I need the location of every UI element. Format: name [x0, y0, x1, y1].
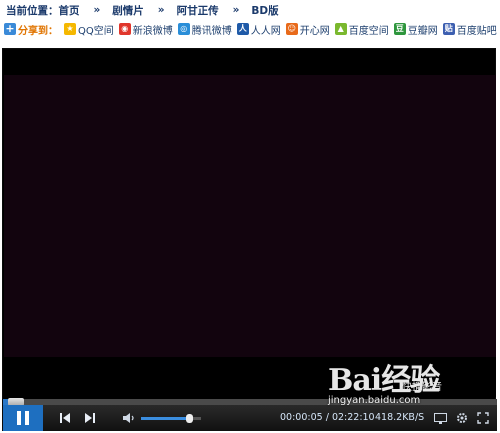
breadcrumb-separator: »	[93, 4, 101, 16]
breadcrumb-prefix: 当前位置：	[6, 4, 59, 17]
control-bar: 00:00:05 / 02:22:10 418.2KB/S	[3, 405, 497, 431]
settings-button[interactable]	[454, 410, 470, 426]
tencent-weibo-icon: ◎	[177, 23, 190, 35]
kaixin-icon: ☺	[285, 23, 298, 35]
qzone-icon: ★	[64, 23, 76, 35]
time-display: 00:00:05 / 02:22:10	[280, 412, 375, 423]
share-tieba[interactable]: 贴百度贴吧	[442, 22, 497, 37]
volume-slider[interactable]	[141, 414, 201, 423]
mute-button[interactable]	[120, 410, 136, 426]
weibo-icon: ◉	[118, 23, 131, 35]
breadcrumb-separator: »	[232, 4, 240, 16]
time-separator: /	[325, 412, 329, 423]
volume-knob[interactable]	[186, 414, 193, 423]
share-label: + 分享到：	[4, 22, 58, 37]
renren-icon: 人	[236, 23, 249, 35]
video-surface[interactable]	[4, 75, 496, 357]
video-player: 00:00:05 / 02:22:10 418.2KB/S	[2, 48, 497, 431]
breadcrumb-genre[interactable]: 剧情片	[112, 3, 144, 18]
share-sina-weibo[interactable]: ◉ 新浪微博	[118, 22, 173, 37]
breadcrumb-version[interactable]: BD版	[251, 3, 278, 18]
volume-fill	[141, 417, 189, 420]
breadcrumb-separator: »	[157, 4, 165, 16]
share-kaixin[interactable]: ☺ 开心网	[285, 22, 330, 37]
share-baidu-space[interactable]: ▲ 百度空间	[334, 22, 389, 37]
breadcrumb: 当前位置： 首页 » 剧情片 » 阿甘正传 » BD版	[6, 3, 279, 17]
fullscreen-button[interactable]	[475, 410, 491, 426]
fullscreen-icon	[477, 412, 489, 424]
total-time: 02:22:10	[331, 412, 375, 423]
baidu-space-icon: ▲	[334, 23, 347, 35]
current-time: 00:00:05	[280, 412, 323, 423]
pause-button[interactable]	[3, 405, 43, 431]
douban-icon: 豆	[393, 23, 406, 35]
skip-next-icon	[85, 413, 95, 423]
gear-icon	[457, 413, 467, 423]
skip-previous-icon	[60, 413, 70, 423]
pause-icon	[17, 411, 21, 425]
share-douban[interactable]: 豆豆瓣网	[393, 22, 438, 37]
download-speed: 418.2KB/S	[375, 412, 425, 423]
share-tencent-weibo[interactable]: ◎ 腾讯微博	[177, 22, 232, 37]
previous-button[interactable]	[57, 410, 73, 426]
breadcrumb-home[interactable]: 首页	[59, 3, 80, 18]
next-button[interactable]	[82, 410, 98, 426]
plus-icon: +	[4, 22, 16, 35]
share-bar: + 分享到： ★ QQ空间 ◉ 新浪微博 ◎ 腾讯微博 人人人网 ☺ 开心网 ▲ 百度空间…	[4, 20, 500, 38]
share-qzone[interactable]: ★ QQ空间	[64, 22, 114, 37]
screen-icon	[433, 412, 447, 424]
breadcrumb-title[interactable]: 阿甘正传	[177, 3, 219, 18]
share-renren[interactable]: 人人人网	[236, 22, 281, 37]
screen-mode-button[interactable]	[432, 410, 448, 426]
letterbox-bottom	[4, 357, 496, 397]
speaker-icon	[122, 413, 134, 423]
tieba-icon: 贴	[442, 23, 455, 35]
